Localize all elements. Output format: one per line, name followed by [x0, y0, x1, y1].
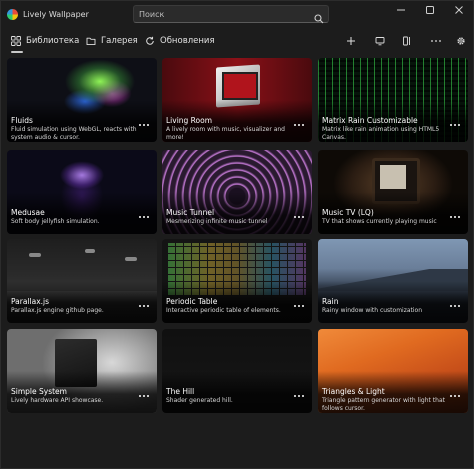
- wallpaper-card[interactable]: Triangles & Light Triangle pattern gener…: [318, 329, 468, 413]
- nav-bar: Библиотека Галерея Обновления: [1, 31, 473, 53]
- wallpaper-title: The Hill: [166, 387, 195, 396]
- wallpaper-title: Rain: [322, 297, 339, 306]
- wallpaper-description: Mesmerizing infinite music tunnel: [166, 218, 268, 225]
- wallpaper-more-button[interactable]: [137, 302, 151, 310]
- wallpaper-more-button[interactable]: [448, 392, 462, 400]
- wallpaper-card[interactable]: Rain Rainy window with customization: [318, 239, 468, 323]
- wallpaper-title: Matrix Rain Customizable: [322, 116, 418, 125]
- maximize-icon: [425, 6, 434, 14]
- tab-library-label: Библиотека: [26, 36, 80, 46]
- close-icon: [454, 6, 463, 14]
- wallpaper-description: Triangle pattern generator with light th…: [322, 397, 445, 412]
- close-button[interactable]: [444, 1, 473, 19]
- wallpaper-description: Soft body jellyfish simulation.: [11, 218, 100, 225]
- wallpaper-description: A lively room with music, visualizer and…: [166, 126, 285, 141]
- search-box[interactable]: [133, 5, 329, 24]
- window-controls: [386, 1, 473, 19]
- wallpaper-title: Parallax.js: [11, 297, 50, 306]
- wallpaper-card[interactable]: Living Room A lively room with music, vi…: [162, 58, 312, 142]
- wallpaper-more-button[interactable]: [448, 302, 462, 310]
- wallpaper-more-button[interactable]: [292, 302, 306, 310]
- monitor-icon: [375, 37, 385, 46]
- settings-icon: [457, 37, 465, 45]
- wallpaper-title: Fluids: [11, 116, 33, 125]
- wallpaper-more-button[interactable]: [137, 121, 151, 129]
- wallpaper-more-button[interactable]: [292, 392, 306, 400]
- minimize-icon: [396, 9, 405, 11]
- wallpaper-more-button[interactable]: [292, 121, 306, 129]
- wallpaper-more-button[interactable]: [448, 213, 462, 221]
- wallpaper-title: Medusae: [11, 208, 45, 217]
- wallpaper-more-button[interactable]: [137, 392, 151, 400]
- app-window: Lively Wallpaper Библиотека: [0, 0, 474, 469]
- add-icon: [347, 37, 355, 45]
- tab-library[interactable]: Библиотека: [11, 31, 79, 51]
- tab-gallery[interactable]: Галерея: [86, 31, 138, 51]
- wallpaper-card[interactable]: Medusae Soft body jellyfish simulation.: [7, 150, 157, 234]
- wallpaper-title: Triangles & Light: [322, 387, 385, 396]
- wallpaper-title: Living Room: [166, 116, 213, 125]
- wallpaper-description: Lively hardware API showcase.: [11, 397, 104, 404]
- wallpaper-description: Parallax.js engine github page.: [11, 307, 104, 314]
- more-options-button[interactable]: [428, 33, 444, 49]
- more-icon: [431, 40, 441, 42]
- wallpaper-description: TV that shows currently playing music: [322, 218, 437, 225]
- wallpaper-more-button[interactable]: [448, 121, 462, 129]
- wallpaper-card[interactable]: The Hill Shader generated hill.: [162, 329, 312, 413]
- wallpaper-description: Rainy window with customization: [322, 307, 423, 314]
- search-icon[interactable]: [314, 9, 324, 28]
- settings-button[interactable]: [453, 33, 469, 49]
- wallpaper-title: Simple System: [11, 387, 67, 396]
- wallpaper-description: Fluid simulation using WebGL, reacts wit…: [11, 126, 137, 141]
- folder-icon: [86, 37, 96, 46]
- control-panel-icon: [403, 36, 410, 46]
- app-title: Lively Wallpaper: [23, 9, 89, 19]
- tab-updates-label: Обновления: [160, 36, 215, 46]
- screen-layout-button[interactable]: [372, 33, 388, 49]
- wallpaper-description: Matrix like rain animation using HTML5 C…: [322, 126, 440, 141]
- wallpaper-card[interactable]: Fluids Fluid simulation using WebGL, rea…: [7, 58, 157, 142]
- wallpaper-card[interactable]: Music TV (LQ) TV that shows currently pl…: [318, 150, 468, 234]
- wallpaper-description: Shader generated hill.: [166, 397, 233, 404]
- wallpaper-more-button[interactable]: [137, 213, 151, 221]
- wallpaper-card[interactable]: Music Tunnel Mesmerizing infinite music …: [162, 150, 312, 234]
- tab-updates[interactable]: Обновления: [145, 31, 215, 51]
- grid-icon: [11, 36, 21, 46]
- maximize-button[interactable]: [415, 1, 444, 19]
- tab-gallery-label: Галерея: [101, 36, 138, 46]
- wallpaper-description: Interactive periodic table of elements.: [166, 307, 281, 314]
- wallpaper-title: Music TV (LQ): [322, 208, 374, 217]
- wallpaper-more-button[interactable]: [292, 213, 306, 221]
- control-panel-button[interactable]: [399, 33, 415, 49]
- wallpaper-card[interactable]: Periodic Table Interactive periodic tabl…: [162, 239, 312, 323]
- wallpaper-title: Music Tunnel: [166, 208, 215, 217]
- wallpaper-card[interactable]: Parallax.js Parallax.js engine github pa…: [7, 239, 157, 323]
- wallpaper-card[interactable]: Matrix Rain Customizable Matrix like rai…: [318, 58, 468, 142]
- wallpaper-title: Periodic Table: [166, 297, 218, 306]
- wallpaper-card[interactable]: Simple System Lively hardware API showca…: [7, 329, 157, 413]
- add-wallpaper-button[interactable]: [343, 33, 359, 49]
- active-tab-indicator: [11, 51, 23, 53]
- minimize-button[interactable]: [386, 1, 415, 19]
- refresh-icon: [146, 36, 154, 45]
- search-input[interactable]: [139, 9, 309, 19]
- app-logo-icon: [7, 8, 18, 20]
